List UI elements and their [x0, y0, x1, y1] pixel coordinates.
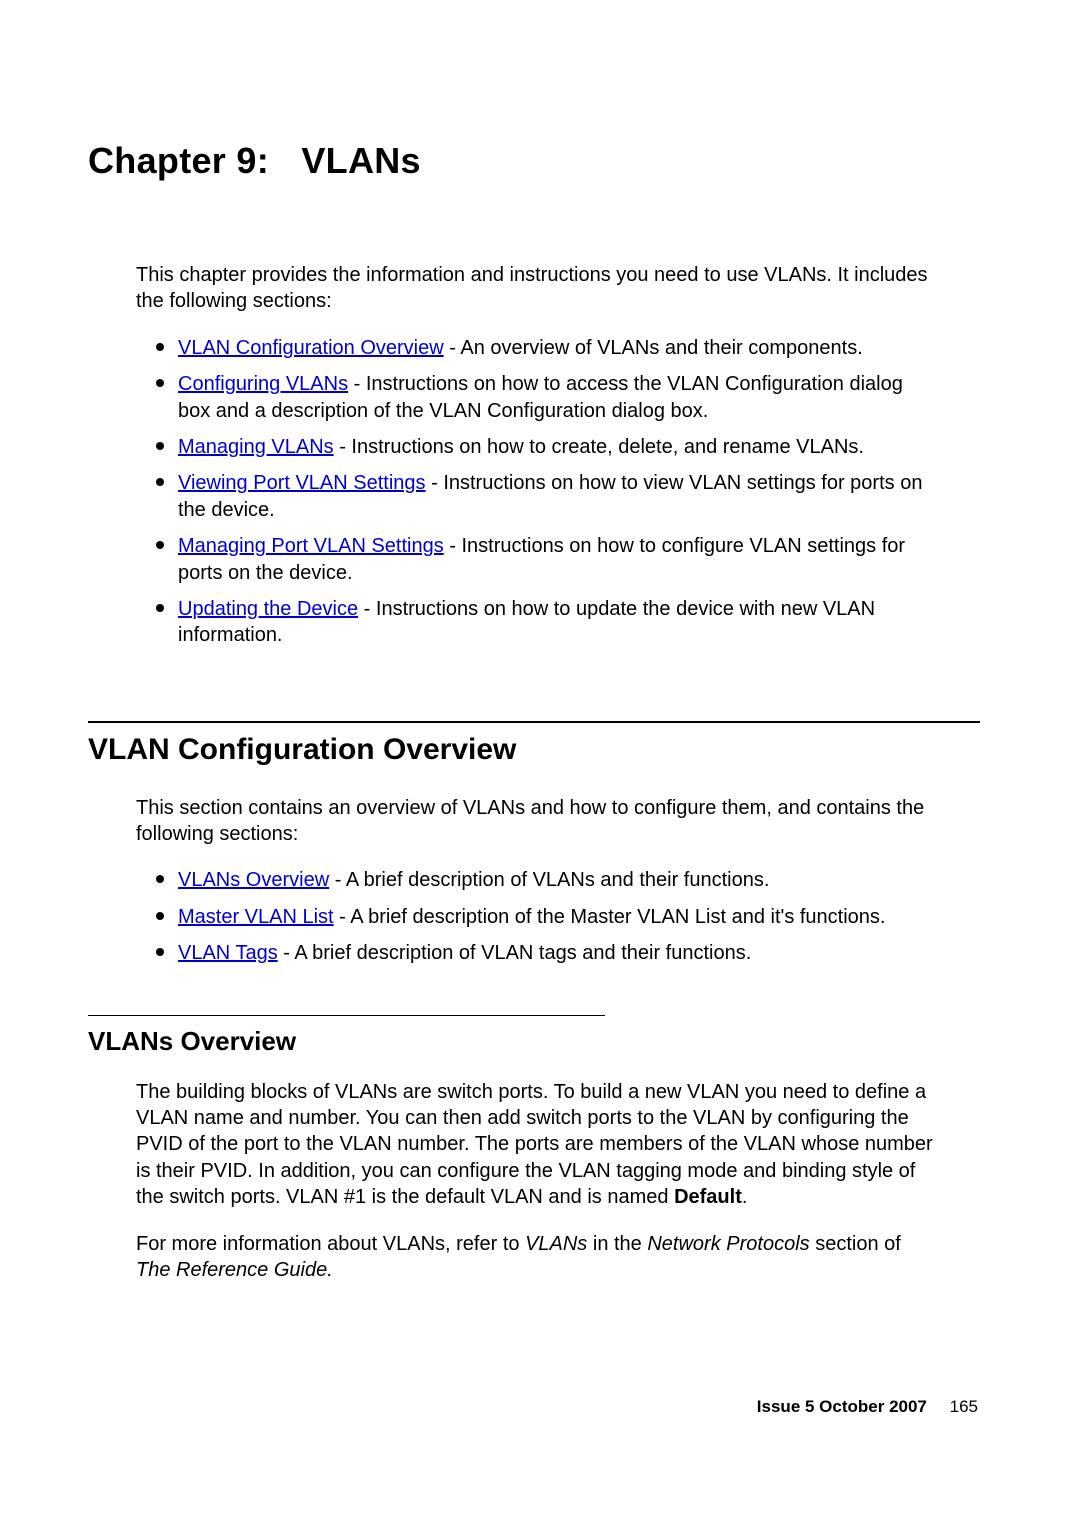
list-item: Master VLAN List - A brief description o… [160, 904, 940, 930]
subsection-title: VLANs Overview [88, 1026, 980, 1057]
chapter-label: Chapter 9: [88, 140, 269, 181]
section-title: VLAN Configuration Overview [88, 733, 980, 767]
chapter-title: Chapter 9: VLANs [88, 140, 980, 182]
subsection-divider [88, 1015, 605, 1016]
list-item: VLAN Tags - A brief description of VLAN … [160, 940, 940, 966]
para-italic-vlans: VLANs [525, 1233, 587, 1255]
para-text: The building blocks of VLANs are switch … [136, 1081, 933, 1209]
link-managing-vlans[interactable]: Managing VLANs [178, 436, 334, 458]
section-divider [88, 721, 980, 723]
link-managing-port-vlan-settings[interactable]: Managing Port VLAN Settings [178, 535, 444, 557]
list-item-desc: - A brief description of VLANs and their… [329, 869, 769, 891]
section-body: This section contains an overview of VLA… [136, 795, 940, 967]
link-vlans-overview[interactable]: VLANs Overview [178, 869, 329, 891]
para-text: section of [810, 1233, 901, 1255]
para-italic-network-protocols: Network Protocols [647, 1233, 809, 1255]
chapter-intro: This chapter provides the information an… [136, 262, 940, 315]
list-item-desc: - Instructions on how to create, delete,… [334, 436, 864, 458]
footer-issue: Issue 5 October 2007 [757, 1397, 927, 1416]
para-bold-default: Default [674, 1186, 742, 1208]
link-vlan-tags[interactable]: VLAN Tags [178, 942, 278, 964]
section-list: VLANs Overview - A brief description of … [136, 867, 940, 966]
para-text: in the [587, 1233, 647, 1255]
list-item: Configuring VLANs - Instructions on how … [160, 371, 940, 424]
list-item: VLAN Configuration Overview - An overvie… [160, 335, 940, 361]
footer-page-number: 165 [950, 1397, 978, 1416]
page-footer: Issue 5 October 2007 165 [757, 1397, 978, 1417]
list-item: Updating the Device - Instructions on ho… [160, 596, 940, 649]
chapter-intro-block: This chapter provides the information an… [136, 262, 940, 649]
chapter-toc-list: VLAN Configuration Overview - An overvie… [136, 335, 940, 649]
link-updating-the-device[interactable]: Updating the Device [178, 598, 358, 620]
para-text: For more information about VLANs, refer … [136, 1233, 525, 1255]
link-viewing-port-vlan-settings[interactable]: Viewing Port VLAN Settings [178, 472, 426, 494]
link-configuring-vlans[interactable]: Configuring VLANs [178, 373, 348, 395]
list-item: Managing Port VLAN Settings - Instructio… [160, 533, 940, 586]
list-item: VLANs Overview - A brief description of … [160, 867, 940, 893]
para-text: . [742, 1186, 748, 1208]
subsection-para-1: The building blocks of VLANs are switch … [136, 1079, 940, 1211]
para-italic-reference-guide: The Reference Guide. [136, 1259, 333, 1281]
subsection-body: The building blocks of VLANs are switch … [136, 1079, 940, 1284]
list-item: Viewing Port VLAN Settings - Instruction… [160, 470, 940, 523]
subsection-para-2: For more information about VLANs, refer … [136, 1231, 940, 1284]
section-intro: This section contains an overview of VLA… [136, 795, 940, 848]
chapter-name: VLANs [301, 140, 421, 181]
link-master-vlan-list[interactable]: Master VLAN List [178, 906, 334, 928]
page: Chapter 9: VLANs This chapter provides t… [0, 0, 1080, 1527]
link-vlan-configuration-overview[interactable]: VLAN Configuration Overview [178, 337, 444, 359]
list-item-desc: - A brief description of the Master VLAN… [334, 906, 886, 928]
list-item: Managing VLANs - Instructions on how to … [160, 434, 940, 460]
list-item-desc: - An overview of VLANs and their compone… [444, 337, 863, 359]
list-item-desc: - A brief description of VLAN tags and t… [278, 942, 752, 964]
